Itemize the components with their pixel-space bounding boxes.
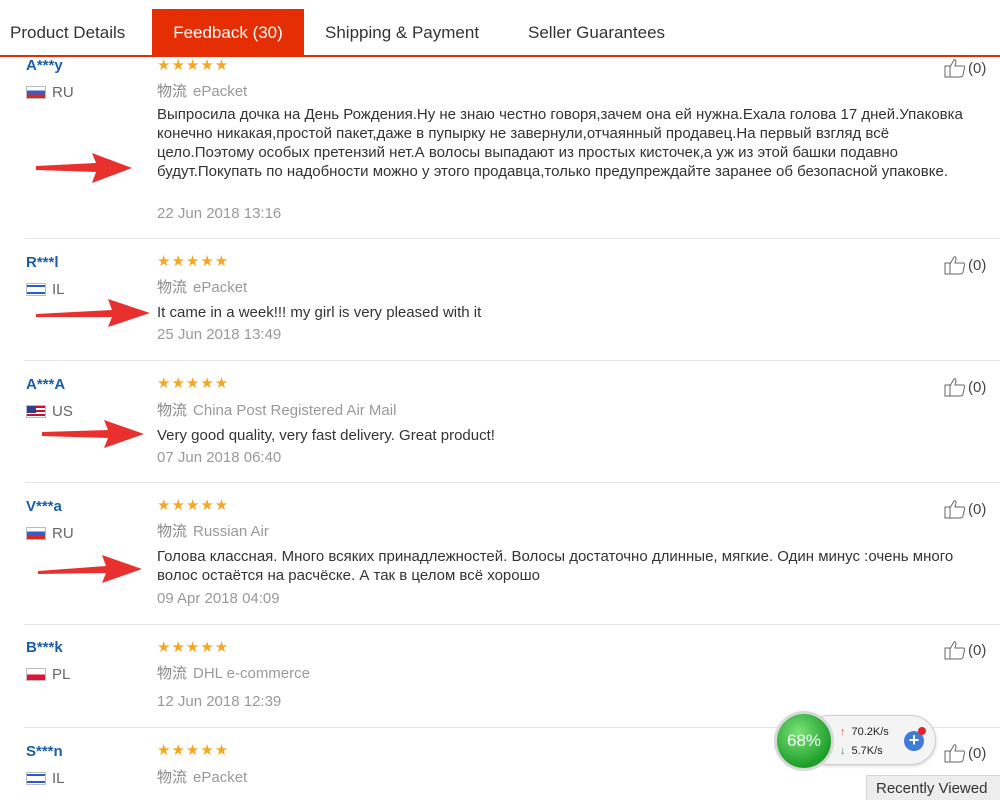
country-code: PL — [52, 665, 71, 683]
flag-ru-icon — [26, 85, 46, 99]
buyer-country: RU — [26, 83, 74, 101]
buyer-name: R***l — [26, 254, 59, 271]
buyer-country: IL — [26, 280, 65, 298]
red-arrow-icon — [36, 299, 150, 327]
helpful-button[interactable]: (0) — [944, 639, 986, 661]
helpful-count: (0) — [968, 59, 987, 77]
network-speed-widget[interactable]: 68% ↑ 70.2K/s ↓ 5.7K/s + — [774, 711, 936, 771]
download-speed: ↓ 5.7K/s — [840, 745, 883, 757]
logistics-value: ePacket — [193, 279, 248, 296]
thumbs-up-icon — [944, 641, 966, 660]
country-code: RU — [52, 83, 74, 101]
country-code: US — [52, 402, 73, 420]
buyer-country: RU — [26, 524, 74, 542]
flag-il-icon — [26, 282, 46, 296]
tab-product-details[interactable]: Product Details — [10, 9, 125, 55]
logistics-value: ePacket — [193, 83, 248, 100]
country-code: IL — [52, 280, 65, 298]
logistics-value: ePacket — [193, 769, 248, 786]
logistics-label: 物流 — [157, 83, 188, 100]
helpful-count: (0) — [968, 641, 987, 659]
flag-pl-icon — [26, 667, 46, 681]
flag-ru-icon — [26, 526, 46, 540]
logistics-label: 物流 — [157, 523, 188, 540]
divider — [25, 624, 1000, 625]
tab-seller-guarantees[interactable]: Seller Guarantees — [528, 9, 665, 55]
recently-viewed-button[interactable]: Recently Viewed — [866, 775, 1000, 800]
flag-us-icon — [26, 404, 46, 418]
logistics-method: 物流 ePacket — [157, 766, 247, 787]
helpful-button[interactable]: (0) — [944, 742, 986, 764]
logistics-label: 物流 — [157, 769, 188, 786]
star-rating: ★★★★★ — [157, 742, 230, 759]
logistics-method: 物流 China Post Registered Air Mail — [157, 399, 396, 420]
logistics-method: 物流 Russian Air — [157, 520, 269, 541]
buyer-country: PL — [26, 665, 71, 683]
star-rating: ★★★★★ — [157, 375, 230, 392]
country-code: IL — [52, 769, 65, 787]
star-rating: ★★★★★ — [157, 57, 230, 74]
logistics-method: 物流 DHL e-commerce — [157, 662, 310, 683]
feedback-text: Голова классная. Много всяких принадлежн… — [157, 548, 954, 584]
tab-feedback[interactable]: Feedback (30) — [152, 9, 304, 55]
buyer-name: A***y — [26, 57, 63, 74]
feedback-date: 07 Jun 2018 06:40 — [157, 449, 282, 466]
buyer-name: V***a — [26, 498, 62, 515]
thumbs-up-icon — [944, 500, 966, 519]
helpful-count: (0) — [968, 256, 987, 274]
helpful-count: (0) — [968, 378, 987, 396]
helpful-button[interactable]: (0) — [944, 376, 986, 398]
arrow-up-icon: ↑ — [840, 726, 846, 738]
notification-dot — [918, 727, 926, 735]
logistics-label: 物流 — [157, 402, 188, 419]
thumbs-up-icon — [944, 378, 966, 397]
logistics-method: 物流 ePacket — [157, 276, 247, 297]
buyer-name: S***n — [26, 743, 63, 760]
feedback-date: 25 Jun 2018 13:49 — [157, 326, 282, 343]
divider — [25, 360, 1000, 361]
feedback-date: 12 Jun 2018 12:39 — [157, 693, 282, 710]
star-rating: ★★★★★ — [157, 253, 230, 270]
tab-bar: Product Details Feedback (30) Shipping &… — [0, 0, 1000, 57]
logistics-value: Russian Air — [193, 523, 269, 540]
feedback-date: 22 Jun 2018 13:16 — [157, 205, 282, 222]
divider — [25, 238, 1000, 239]
thumbs-up-icon — [944, 744, 966, 763]
country-code: RU — [52, 524, 74, 542]
feedback-text: Very good quality, very fast delivery. G… — [157, 427, 495, 444]
buyer-name: B***k — [26, 639, 63, 656]
logistics-method: 物流 ePacket — [157, 80, 247, 101]
arrow-down-icon: ↓ — [840, 745, 846, 757]
helpful-count: (0) — [968, 500, 987, 518]
helpful-button[interactable]: (0) — [944, 254, 986, 276]
red-arrow-icon — [36, 153, 132, 183]
buyer-country: US — [26, 402, 73, 420]
logistics-label: 物流 — [157, 665, 188, 682]
star-rating: ★★★★★ — [157, 497, 230, 514]
star-rating: ★★★★★ — [157, 639, 230, 656]
usage-gauge[interactable]: 68% — [774, 711, 834, 771]
feedback-text: Выпросила дочка на День Рождения.Ну не з… — [157, 106, 963, 180]
buyer-country: IL — [26, 769, 65, 787]
logistics-value: China Post Registered Air Mail — [193, 402, 397, 419]
feedback-text: It came in a week!!! my girl is very ple… — [157, 304, 482, 321]
logistics-label: 物流 — [157, 279, 188, 296]
upload-speed: ↑ 70.2K/s — [840, 726, 889, 738]
tab-shipping-payment[interactable]: Shipping & Payment — [325, 9, 479, 55]
download-speed-value: 5.7K/s — [851, 745, 883, 757]
thumbs-up-icon — [944, 256, 966, 275]
buyer-name: A***A — [26, 376, 66, 393]
thumbs-up-icon — [944, 59, 966, 78]
flag-il-icon — [26, 771, 46, 785]
red-arrow-icon — [42, 420, 144, 448]
red-arrow-icon — [38, 555, 142, 583]
feedback-date: 09 Apr 2018 04:09 — [157, 590, 280, 607]
helpful-button[interactable]: (0) — [944, 498, 986, 520]
logistics-value: DHL e-commerce — [193, 665, 310, 682]
divider — [25, 482, 1000, 483]
upload-speed-value: 70.2K/s — [851, 726, 889, 738]
helpful-button[interactable]: (0) — [944, 57, 986, 79]
helpful-count: (0) — [968, 744, 987, 762]
